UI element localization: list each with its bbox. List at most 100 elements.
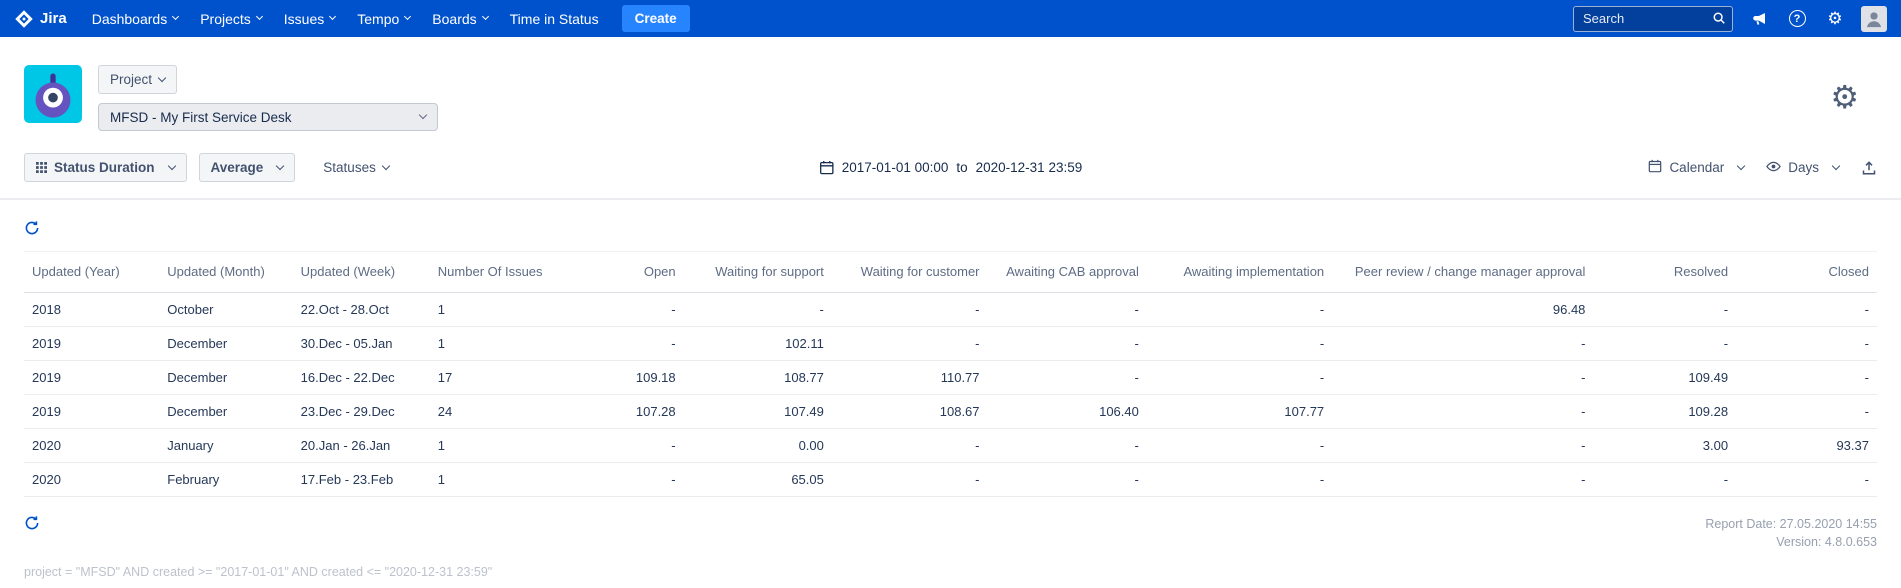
- project-select-value: MFSD - My First Service Desk: [110, 109, 292, 125]
- gear-icon[interactable]: ⚙: [1823, 7, 1847, 31]
- jira-logo-icon: [15, 9, 33, 28]
- table-cell: -: [831, 326, 988, 361]
- refresh-icon[interactable]: [24, 515, 40, 531]
- nav-item-time-in-status[interactable]: Time in Status: [499, 0, 610, 37]
- scope-dropdown-button[interactable]: Project: [98, 65, 178, 94]
- table-cell: 2020: [24, 462, 160, 497]
- table-cell: 1: [429, 292, 553, 327]
- nav-right: ? ⚙: [1573, 5, 1887, 32]
- date-range[interactable]: 2017-01-01 00:00 to 2020-12-31 23:59: [819, 160, 1082, 175]
- table-cell: -: [683, 292, 832, 327]
- search-input[interactable]: [1573, 5, 1733, 32]
- chevron-down-icon: [167, 161, 176, 170]
- statuses-dropdown[interactable]: Statuses: [323, 160, 391, 175]
- table-cell: 107.77: [1146, 394, 1333, 429]
- table-cell: -: [1146, 360, 1333, 395]
- table-cell: -: [1332, 462, 1594, 497]
- table-cell: December: [159, 326, 293, 361]
- nav-item-label: Dashboards: [91, 10, 168, 27]
- nav-item-projects[interactable]: Projects: [189, 0, 273, 37]
- toolbar-right: Calendar Days: [1648, 159, 1877, 177]
- aggregation-button[interactable]: Average: [198, 153, 296, 182]
- table-cell: -: [552, 326, 684, 361]
- table-cell: -: [987, 326, 1147, 361]
- column-header: Updated (Week): [292, 251, 430, 293]
- table-cell: -: [1593, 462, 1737, 497]
- table-row: 2019 December 23.Dec - 29.Dec 24 107.28 107.4…: [24, 394, 1877, 429]
- column-header: Waiting for customer: [831, 251, 988, 293]
- table-cell: -: [987, 292, 1147, 327]
- table-cell: 20.Jan - 26.Jan: [292, 428, 430, 463]
- person-icon: [1867, 11, 1881, 27]
- search-box: [1573, 5, 1733, 32]
- nav-item-boards[interactable]: Boards: [421, 0, 498, 37]
- unit-label: Days: [1788, 160, 1819, 175]
- jira-logo[interactable]: Jira: [14, 9, 67, 29]
- nav-item-label: Boards: [432, 10, 477, 27]
- table-cell: -: [1332, 360, 1594, 395]
- table-cell: February: [159, 462, 293, 497]
- table-cell: 17.Feb - 23.Feb: [292, 462, 430, 497]
- report-toolbar: Status Duration Average Statuses 2017-01…: [0, 131, 1901, 200]
- report-type-button[interactable]: Status Duration: [24, 153, 187, 182]
- table-cell: -: [987, 462, 1147, 497]
- table-cell: December: [159, 360, 293, 395]
- table-cell: -: [987, 428, 1147, 463]
- nav-item-label: Time in Status: [509, 10, 599, 27]
- nav-item-issues[interactable]: Issues: [273, 0, 346, 37]
- column-header: Peer review / change manager approval: [1332, 251, 1594, 293]
- column-header: Waiting for support: [683, 251, 832, 293]
- chevron-down-icon: [1831, 161, 1841, 170]
- bottom-bar: Report Date: 27.05.2020 14:55 Version: 4…: [24, 515, 1877, 551]
- project-avatar-icon: [24, 65, 82, 123]
- table-cell: -: [1146, 292, 1333, 327]
- chevron-down-icon: [276, 161, 285, 170]
- unit-dropdown[interactable]: Days: [1766, 159, 1841, 177]
- project-avatar: [24, 65, 82, 123]
- export-icon[interactable]: [1861, 160, 1877, 176]
- table-cell: 108.67: [831, 394, 988, 429]
- table-cell: 2019: [24, 360, 160, 395]
- column-header: Updated (Month): [159, 251, 293, 293]
- table-cell: 106.40: [987, 394, 1147, 429]
- table-cell: -: [831, 428, 988, 463]
- table-cell: 65.05: [683, 462, 832, 497]
- brand-label: Jira: [40, 10, 67, 27]
- date-from: 2017-01-01 00:00: [841, 160, 949, 175]
- help-icon[interactable]: ?: [1785, 7, 1809, 31]
- nav-item-tempo[interactable]: Tempo: [346, 0, 421, 37]
- table-cell: -: [1736, 394, 1877, 429]
- nav-item-dashboards[interactable]: Dashboards: [81, 0, 190, 37]
- calendar-icon: [1648, 159, 1662, 176]
- project-header: Project MFSD - My First Service Desk ⚙: [0, 37, 1901, 131]
- settings-gear-icon[interactable]: ⚙: [1830, 81, 1859, 113]
- announcement-icon[interactable]: [1747, 7, 1771, 31]
- table-cell: 1: [429, 428, 553, 463]
- column-header: Awaiting CAB approval: [987, 251, 1147, 293]
- create-button[interactable]: Create: [621, 5, 690, 32]
- column-header: Closed: [1736, 251, 1877, 293]
- report-date: Report Date: 27.05.2020 14:55: [1705, 517, 1877, 531]
- table-row: 2019 December 16.Dec - 22.Dec 17 109.18 108.7…: [24, 360, 1877, 395]
- refresh-icon[interactable]: [24, 220, 40, 236]
- table-cell: -: [1736, 292, 1877, 327]
- table-cell: -: [1146, 326, 1333, 361]
- table-cell: -: [1593, 326, 1737, 361]
- chevron-down-icon: [172, 12, 180, 21]
- chevron-down-icon: [418, 110, 428, 120]
- table-cell: 93.37: [1736, 428, 1877, 463]
- table-cell: January: [159, 428, 293, 463]
- calendar-type-dropdown[interactable]: Calendar: [1648, 159, 1746, 176]
- table-cell: 16.Dec - 22.Dec: [292, 360, 430, 395]
- report-type-label: Status Duration: [54, 160, 155, 175]
- table-cell: 0.00: [683, 428, 832, 463]
- search-icon[interactable]: [1712, 11, 1726, 30]
- table-cell: -: [1146, 462, 1333, 497]
- user-avatar[interactable]: [1861, 5, 1887, 32]
- report-main: Updated (Year) Updated (Month) Updated (…: [0, 220, 1901, 579]
- table-cell: -: [1146, 428, 1333, 463]
- project-select[interactable]: MFSD - My First Service Desk: [98, 103, 438, 131]
- nav-item-label: Tempo: [357, 10, 400, 27]
- nav-items: Dashboards Projects Issues Tempo Boards Time …: [81, 0, 610, 37]
- table-cell: 107.28: [552, 394, 684, 429]
